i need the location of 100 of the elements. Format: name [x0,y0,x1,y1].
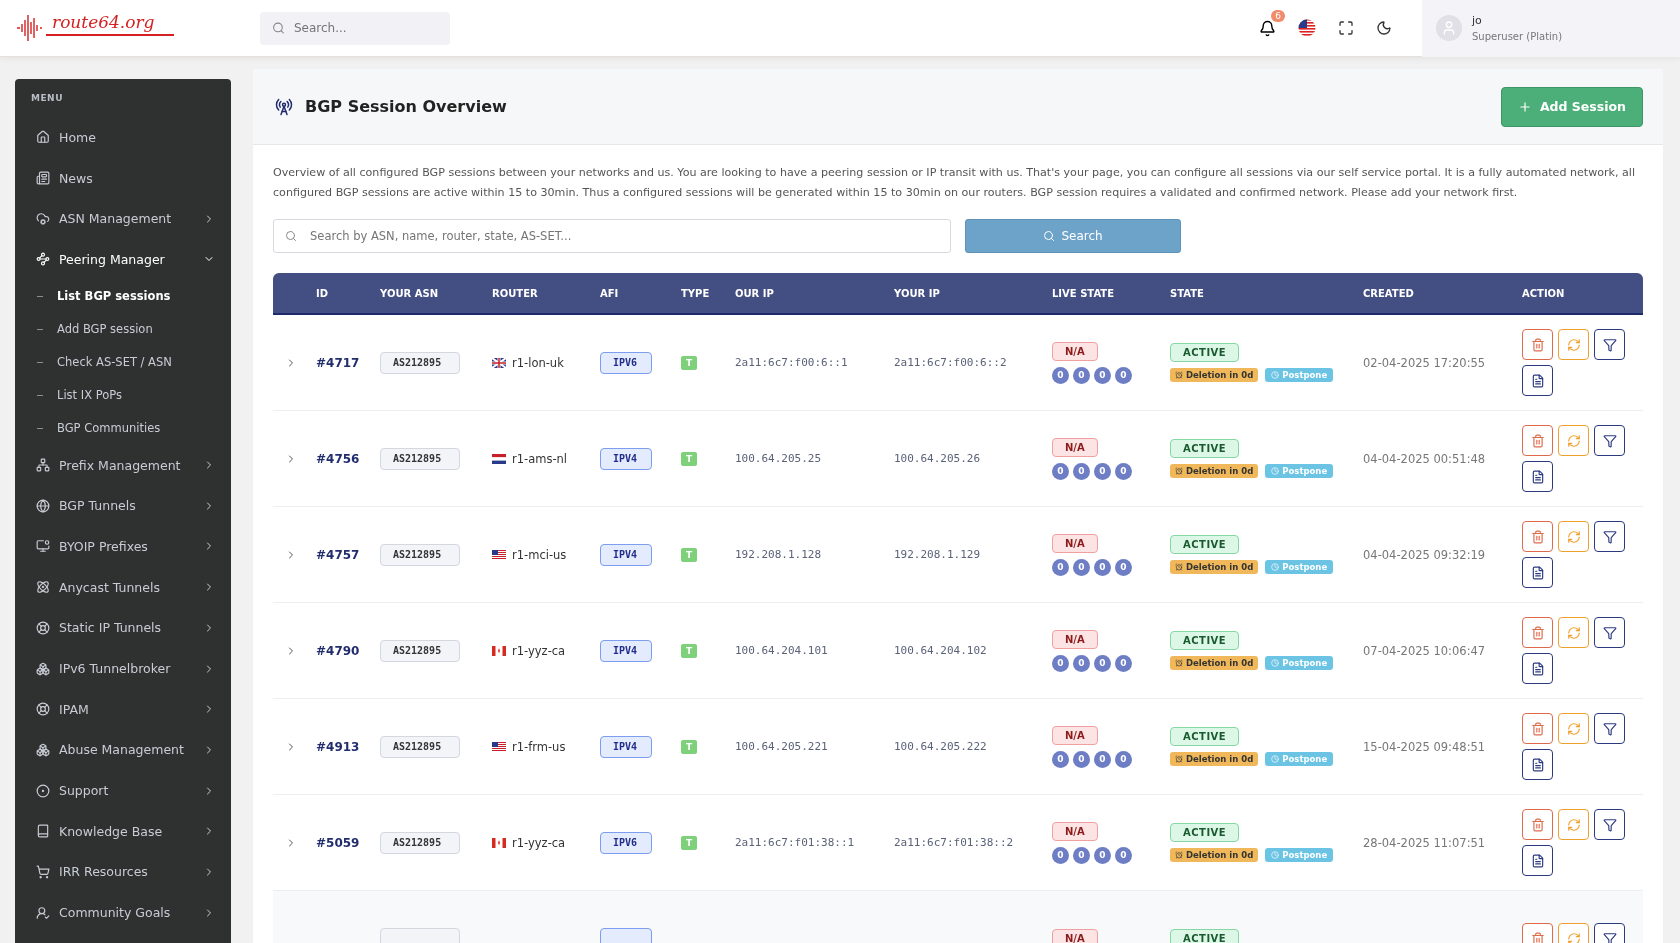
counter-badge: 0 [1094,654,1111,672]
counter-badge: 0 [1115,462,1132,480]
sidebar-item[interactable]: Anycast Tunnels [15,566,231,608]
sidebar-item[interactable]: Home [15,117,231,158]
sidebar-item[interactable]: ASN Management [15,198,231,240]
deletion-badge: Deletion in 0d [1170,464,1259,478]
submenu-item[interactable]: Check AS-SET / ASN [15,345,231,379]
counter-badge: 0 [1115,558,1132,576]
your-ip: 100.64.205.26 [894,452,982,465]
sidebar-item[interactable]: Prefix Management [15,444,231,486]
column-header: ACTION [1522,287,1566,299]
asn-badge: AS212895 [380,735,460,758]
state-badge: ACTIVE [1170,929,1240,943]
sidebar-item[interactable]: Community Goals [15,892,231,933]
counter-badge: 0 [1094,750,1111,768]
sidebar-item[interactable]: Abuse Management [15,729,231,771]
counter-badge: 0 [1073,846,1090,864]
created-date: 04-04-2025 00:51:48 [1363,451,1487,466]
live-state-badge: N/A [1052,629,1098,649]
router-name: r1-lon-uk [512,355,564,370]
sidebar-item[interactable]: IRR Resources [15,851,231,893]
sidebar-item[interactable]: IPv6 Tunnelbroker [15,648,231,689]
logo[interactable]: route64.org [46,12,175,36]
afi-badge: IPV6 [600,351,652,374]
session-id[interactable]: #4756 [316,451,380,466]
router-name: r1-yyz-ca [512,835,566,850]
sidebar-item[interactable]: Peering Manager [15,239,231,280]
asn-badge: AS212895 [380,639,460,662]
our-ip: 100.64.205.25 [735,452,823,465]
router-name: r1-frm-us [512,739,566,754]
state-badge: ACTIVE [1170,823,1240,842]
sidebar-item[interactable]: IPAM [15,688,231,730]
submenu-item[interactable]: List BGP sessions [15,279,231,313]
search-field[interactable]: Search... [260,11,450,45]
state-badge: ACTIVE [1170,343,1240,362]
counter-badge: 0 [1052,846,1069,864]
submenu-item[interactable]: List IX PoPs [15,378,231,412]
column-header: ROUTER [492,287,539,299]
asn-badge: AS212895 [380,351,460,374]
deletion-badge: Deletion in 0d [1170,656,1259,670]
counter-badge: 0 [1073,462,1090,480]
column-header: OUR IP [735,287,775,299]
live-state-badge: N/A [1052,929,1098,943]
sidebar-item[interactable]: Knowledge Base [15,810,231,852]
sidebar-item[interactable]: Support [15,770,231,811]
type-badge: T [681,547,698,562]
live-state-badge: N/A [1052,437,1098,457]
session-id[interactable]: #5059 [316,835,380,850]
user-role: Superuser (Platin) [1472,31,1563,42]
state-badge: ACTIVE [1170,631,1240,650]
afi-badge: IPV6 [600,831,652,854]
counter-badge: 0 [1094,558,1111,576]
session-id[interactable]: #4790 [316,643,380,658]
type-badge: T [681,355,698,370]
column-header: STATE [1170,287,1205,299]
type-badge: T [681,739,698,754]
search-field[interactable]: Search by ASN, name, router, state, AS-SET... [273,219,951,253]
counter-badge: 0 [1115,654,1132,672]
counter-badge: 0 [1094,462,1111,480]
asn-badge: AS212895 [380,831,460,854]
session-id[interactable]: #4717 [316,355,380,370]
counter-badge: 0 [1052,366,1069,384]
session-id[interactable]: #4913 [316,739,380,754]
page-title: BGP Session Overview [305,97,508,116]
column-header: LIVE STATE [1052,287,1115,299]
type-badge: T [681,643,698,658]
user-name: jo [1472,14,1483,27]
submenu-item[interactable]: Add BGP session [15,312,231,346]
column-header: AFI [600,287,620,299]
created-date: 04-04-2025 09:32:19 [1363,547,1487,562]
your-ip: 192.208.1.129 [894,548,982,561]
menu-heading: MENU [30,93,64,105]
submenu-item[interactable]: BGP Communities [15,411,231,445]
state-badge: ACTIVE [1170,535,1240,554]
your-ip: 100.64.205.222 [894,740,988,753]
deletion-badge: Deletion in 0d [1170,752,1259,766]
our-ip: 2a11:6c7:f00:6::1 [735,356,849,369]
live-state-badge: N/A [1052,533,1098,553]
counter-badge: 0 [1115,750,1132,768]
live-state-badge: N/A [1052,725,1098,745]
counter-badge: 0 [1115,846,1132,864]
type-badge: T [681,451,698,466]
column-header: YOUR ASN [380,287,439,299]
sidebar-item[interactable]: BYOIP Prefixes [15,526,231,567]
counter-badge: 0 [1073,654,1090,672]
counter-badge: 0 [1073,366,1090,384]
sidebar-item[interactable]: Static IP Tunnels [15,607,231,649]
your-ip: 2a11:6c7:f00:6::2 [894,356,1008,369]
state-badge: ACTIVE [1170,439,1240,458]
sidebar-item[interactable]: BGP Tunnels [15,485,231,527]
created-date: 28-04-2025 11:07:51 [1363,835,1487,850]
created-date: 02-04-2025 17:20:55 [1363,355,1487,370]
sidebar-item[interactable]: News [15,157,231,199]
counter-badge: 0 [1052,654,1069,672]
created-date: 07-04-2025 10:06:47 [1363,643,1487,658]
deletion-badge: Deletion in 0d [1170,560,1259,574]
session-id[interactable]: #4757 [316,547,380,562]
deletion-badge: Deletion in 0d [1170,368,1259,382]
our-ip: 2a11:6c7:f01:38::1 [735,836,856,849]
counter-badge: 0 [1052,462,1069,480]
